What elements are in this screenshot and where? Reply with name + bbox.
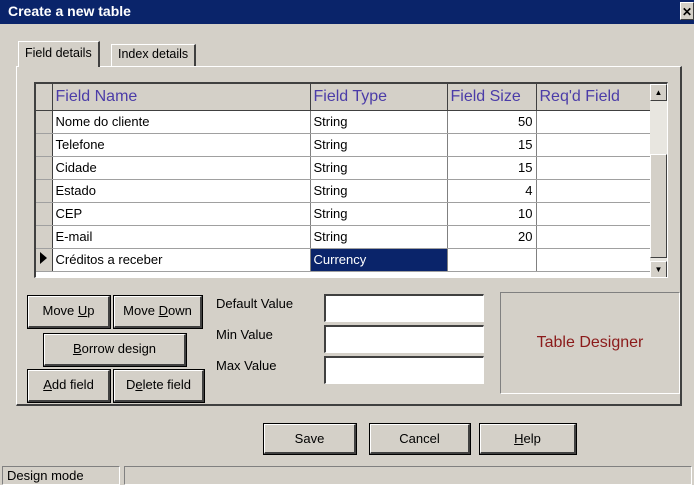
scroll-down-icon[interactable]: ▼ [650, 261, 667, 277]
cell-field-size[interactable]: 15 [447, 156, 537, 180]
button-accelerator: U [77, 303, 88, 318]
delete-field-button[interactable]: Delete field [114, 370, 204, 402]
button-label: Move [42, 303, 78, 318]
row-indicator-header [36, 84, 53, 111]
max-value-label: Max Value [216, 358, 277, 373]
status-mode: Design mode [2, 466, 120, 485]
cell-reqd-field[interactable] [536, 156, 653, 180]
cell-field-type[interactable]: String [310, 179, 448, 203]
cell-field-size[interactable] [447, 248, 537, 272]
cell-reqd-field[interactable] [536, 133, 653, 157]
default-value-field[interactable] [324, 294, 484, 322]
button-label: D [125, 377, 136, 392]
save-button[interactable]: Save [264, 424, 356, 454]
button-accelerator: B [72, 341, 82, 356]
button-label: orrow design [81, 341, 157, 356]
cell-field-type[interactable]: String [310, 202, 448, 226]
row-indicator[interactable] [36, 133, 53, 157]
column-header-field-size[interactable]: Field Size [447, 84, 537, 111]
max-value-field[interactable] [324, 356, 484, 384]
cell-field-type[interactable]: String [310, 133, 448, 157]
add-field-button[interactable]: Add field [28, 370, 110, 402]
status-bar: Design mode [0, 464, 694, 485]
table-row[interactable]: Nome do cliente String 50 [36, 110, 653, 134]
cell-reqd-field[interactable] [536, 202, 653, 226]
cell-reqd-field[interactable] [536, 110, 653, 134]
title-bar: Create a new table ✕ [0, 0, 694, 24]
scrollbar-thumb[interactable] [650, 154, 667, 258]
cell-field-name[interactable]: Créditos a receber [52, 248, 311, 272]
tab-label: Index details [118, 47, 189, 61]
button-label: Move [123, 303, 159, 318]
column-header-reqd-field[interactable]: Req'd Field [536, 84, 653, 111]
default-value-label: Default Value [216, 296, 294, 311]
row-indicator[interactable] [36, 110, 53, 134]
min-value-label: Min Value [216, 327, 273, 342]
column-header-field-name[interactable]: Field Name [52, 84, 311, 111]
button-accelerator: A [43, 377, 52, 392]
cell-field-size[interactable]: 20 [447, 225, 537, 249]
cell-field-size[interactable]: 10 [447, 202, 537, 226]
cell-reqd-field[interactable] [536, 225, 653, 249]
table-designer-label: Table Designer [500, 292, 680, 394]
table-row[interactable]: Telefone String 15 [36, 133, 653, 157]
column-header-field-type[interactable]: Field Type [310, 84, 448, 111]
row-indicator[interactable] [36, 202, 53, 226]
button-label: own [167, 303, 192, 318]
cell-field-size[interactable]: 15 [447, 133, 537, 157]
cell-field-name[interactable]: Nome do cliente [52, 110, 311, 134]
borrow-design-button[interactable]: Borrow design [44, 334, 186, 366]
button-label: p [87, 303, 95, 318]
cell-field-type[interactable]: String [310, 225, 448, 249]
table-row[interactable]: CEP String 10 [36, 202, 653, 226]
table-row[interactable]: Cidade String 15 [36, 156, 653, 180]
table-row-current[interactable]: Créditos a receber Currency [36, 248, 653, 272]
window-title: Create a new table [8, 3, 131, 19]
grid-header-row: Field Name Field Type Field Size Req'd F… [36, 84, 653, 111]
cell-field-name[interactable]: Cidade [52, 156, 311, 180]
cell-reqd-field[interactable] [536, 179, 653, 203]
cell-field-type[interactable]: String [310, 156, 448, 180]
cell-field-size[interactable]: 50 [447, 110, 537, 134]
button-label: dd field [51, 377, 94, 392]
button-accelerator: e [135, 377, 143, 392]
row-indicator[interactable] [36, 225, 53, 249]
cell-field-type[interactable]: String [310, 110, 448, 134]
cell-field-name[interactable]: CEP [52, 202, 311, 226]
cell-field-name[interactable]: Telefone [52, 133, 311, 157]
move-down-button[interactable]: Move Down [114, 296, 202, 328]
close-icon[interactable]: ✕ [680, 2, 694, 20]
button-accelerator: H [514, 431, 524, 446]
cell-field-name[interactable]: Estado [52, 179, 311, 203]
status-panel [124, 466, 692, 485]
table-row[interactable]: Estado String 4 [36, 179, 653, 203]
min-value-field[interactable] [324, 325, 484, 353]
button-label: lete field [142, 377, 192, 392]
tab-field-details[interactable]: Field details [18, 41, 100, 67]
current-row-pointer-icon [36, 248, 53, 272]
fields-grid[interactable]: Field Name Field Type Field Size Req'd F… [34, 82, 668, 278]
table-row[interactable]: E-mail String 20 [36, 225, 653, 249]
tab-index-details[interactable]: Index details [111, 44, 197, 66]
cell-field-name[interactable]: E-mail [52, 225, 311, 249]
cancel-button[interactable]: Cancel [370, 424, 470, 454]
move-up-button[interactable]: Move Up [28, 296, 110, 328]
help-button[interactable]: Help [480, 424, 576, 454]
row-indicator[interactable] [36, 156, 53, 180]
grid-vertical-scrollbar[interactable]: ▲ ▼ [650, 84, 667, 277]
cell-field-size[interactable]: 4 [447, 179, 537, 203]
cell-reqd-field[interactable] [536, 248, 653, 272]
button-label: elp [523, 431, 541, 446]
row-indicator[interactable] [36, 179, 53, 203]
cell-field-type-selected[interactable]: Currency [310, 248, 448, 272]
button-accelerator: D [158, 303, 168, 318]
tab-label: Field details [25, 46, 92, 60]
scroll-up-icon[interactable]: ▲ [650, 84, 667, 101]
